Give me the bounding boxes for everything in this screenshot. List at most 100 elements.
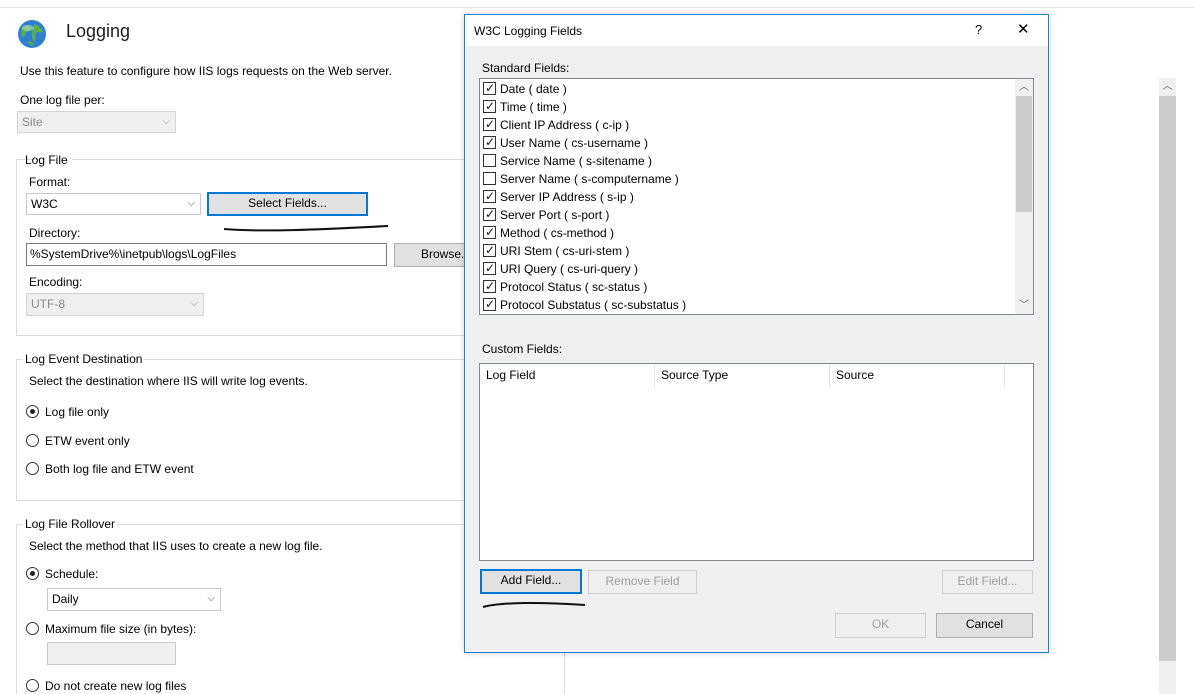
standard-field-row[interactable]: Time ( time ): [480, 98, 1013, 116]
group-border: [16, 159, 17, 335]
max-file-size-input[interactable]: [47, 642, 176, 665]
standard-field-row[interactable]: Date ( date ): [480, 80, 1013, 98]
group-border: [16, 500, 468, 501]
standard-field-row[interactable]: Client IP Address ( c-ip ): [480, 116, 1013, 134]
field-checkbox[interactable]: [483, 207, 496, 221]
log-event-destination-description: Select the destination where IIS will wr…: [29, 374, 308, 388]
radio-label: Do not create new log files: [45, 679, 187, 693]
radio-log-file-only[interactable]: [26, 405, 39, 418]
field-label: Date ( date ): [500, 82, 567, 96]
directory-label: Directory:: [29, 226, 81, 240]
group-border: [16, 359, 17, 500]
page-scrollbar[interactable]: ︿: [1159, 78, 1176, 694]
log-file-rollover-label: Log File Rollover: [25, 517, 116, 531]
chevron-up-icon[interactable]: ︿: [1015, 79, 1033, 96]
custom-fields-table[interactable]: Log Field Source Type Source: [479, 363, 1034, 561]
select-fields-button[interactable]: Select Fields...: [207, 192, 368, 216]
annotation-underline: [223, 225, 389, 232]
log-file-rollover-description: Select the method that IIS uses to creat…: [29, 539, 323, 553]
standard-field-row[interactable]: URI Query ( cs-uri-query ): [480, 260, 1013, 278]
column-header-source-type[interactable]: Source Type: [655, 364, 830, 388]
encoding-label: Encoding:: [29, 275, 83, 289]
field-checkbox[interactable]: [483, 81, 496, 95]
chevron-up-icon[interactable]: ︿: [1159, 78, 1176, 95]
page-description: Use this feature to configure how IIS lo…: [20, 64, 392, 78]
dialog-titlebar: W3C Logging Fields ? ✕: [465, 15, 1048, 46]
standard-fields-list[interactable]: Date ( date ) Time ( time ) Client IP Addr…: [479, 78, 1034, 315]
field-label: Server IP Address ( s-ip ): [500, 190, 634, 204]
annotation-underline: [482, 601, 586, 608]
format-select[interactable]: W3C ⌵: [26, 193, 201, 215]
standard-field-row[interactable]: Service Name ( s-sitename ): [480, 152, 1013, 170]
field-label: Method ( cs-method ): [500, 226, 615, 240]
cancel-button[interactable]: Cancel: [936, 613, 1033, 638]
one-log-file-per-select[interactable]: Site ⌵: [17, 111, 176, 133]
close-icon[interactable]: ✕: [1017, 22, 1030, 37]
group-border: [144, 359, 472, 360]
standard-field-row[interactable]: Method ( cs-method ): [480, 224, 1013, 242]
group-border: [16, 524, 23, 525]
radio-label: Schedule:: [45, 567, 99, 581]
radio-do-not-create[interactable]: [26, 679, 39, 692]
standard-fields-label: Standard Fields:: [482, 61, 570, 75]
standard-field-row[interactable]: URI Stem ( cs-uri-stem ): [480, 242, 1013, 260]
browse-button[interactable]: Browse...: [394, 243, 472, 267]
add-field-button[interactable]: Add Field...: [480, 569, 582, 594]
divider: [564, 652, 565, 694]
log-file-group-label: Log File: [25, 153, 68, 167]
schedule-select[interactable]: Daily ⌵: [47, 588, 221, 611]
one-log-file-per-value: Site: [22, 115, 43, 129]
radio-label: Maximum file size (in bytes):: [45, 622, 197, 636]
page-top-border: [0, 0, 1194, 8]
standard-field-row[interactable]: Server Port ( s-port ): [480, 206, 1013, 224]
field-checkbox[interactable]: [483, 154, 496, 167]
chevron-down-icon[interactable]: ﹀: [1015, 297, 1033, 314]
remove-field-button[interactable]: Remove Field: [588, 570, 697, 594]
radio-max-file-size[interactable]: [26, 622, 39, 635]
field-checkbox[interactable]: [483, 279, 496, 293]
chevron-down-icon: ⌵: [162, 116, 170, 127]
radio-etw-event-only[interactable]: [26, 434, 39, 447]
group-border: [117, 524, 472, 525]
field-checkbox[interactable]: [483, 99, 496, 113]
radio-both-log-and-etw[interactable]: [26, 462, 39, 475]
field-checkbox[interactable]: [483, 261, 496, 275]
directory-input[interactable]: %SystemDrive%\inetpub\logs\LogFiles: [26, 243, 387, 266]
field-checkbox[interactable]: [483, 225, 496, 239]
group-border: [16, 359, 23, 360]
encoding-value: UTF-8: [31, 297, 65, 311]
field-checkbox[interactable]: [483, 297, 496, 311]
field-checkbox[interactable]: [483, 135, 496, 149]
field-checkbox[interactable]: [483, 117, 496, 131]
list-scroll-thumb[interactable]: [1016, 96, 1032, 212]
field-checkbox[interactable]: [483, 189, 496, 203]
one-log-file-per-label: One log file per:: [20, 93, 105, 107]
field-label: User Name ( cs-username ): [500, 136, 649, 150]
standard-field-row[interactable]: Protocol Status ( sc-status ): [480, 278, 1013, 296]
w3c-logging-fields-dialog: W3C Logging Fields ? ✕ Standard Fields: …: [464, 14, 1049, 653]
standard-field-row[interactable]: Protocol Substatus ( sc-substatus ): [480, 296, 1013, 314]
field-label: Protocol Status ( sc-status ): [500, 280, 648, 294]
edit-field-button[interactable]: Edit Field...: [942, 570, 1033, 594]
radio-schedule[interactable]: [26, 567, 39, 580]
field-label: Server Name ( s-computername ): [500, 172, 679, 186]
standard-field-row[interactable]: User Name ( cs-username ): [480, 134, 1013, 152]
format-value: W3C: [31, 197, 58, 211]
scroll-thumb[interactable]: [1159, 96, 1176, 661]
field-checkbox[interactable]: [483, 243, 496, 257]
field-label: Protocol Substatus ( sc-substatus ): [500, 298, 687, 312]
field-label: URI Stem ( cs-uri-stem ): [500, 244, 630, 258]
help-icon[interactable]: ?: [975, 23, 982, 37]
standard-field-row[interactable]: Server IP Address ( s-ip ): [480, 188, 1013, 206]
chevron-down-icon: ⌵: [207, 593, 215, 604]
dialog-title: W3C Logging Fields: [474, 24, 583, 38]
field-label: Server Port ( s-port ): [500, 208, 610, 222]
list-scrollbar[interactable]: ︿ ﹀: [1015, 79, 1033, 314]
column-header-source[interactable]: Source: [830, 364, 1005, 388]
column-header-log-field[interactable]: Log Field: [480, 364, 655, 388]
field-checkbox[interactable]: [483, 172, 496, 185]
encoding-select[interactable]: UTF-8 ⌵: [26, 293, 204, 316]
ok-button[interactable]: OK: [835, 613, 926, 638]
standard-field-row[interactable]: Server Name ( s-computername ): [480, 170, 1013, 188]
radio-label: ETW event only: [45, 434, 130, 448]
